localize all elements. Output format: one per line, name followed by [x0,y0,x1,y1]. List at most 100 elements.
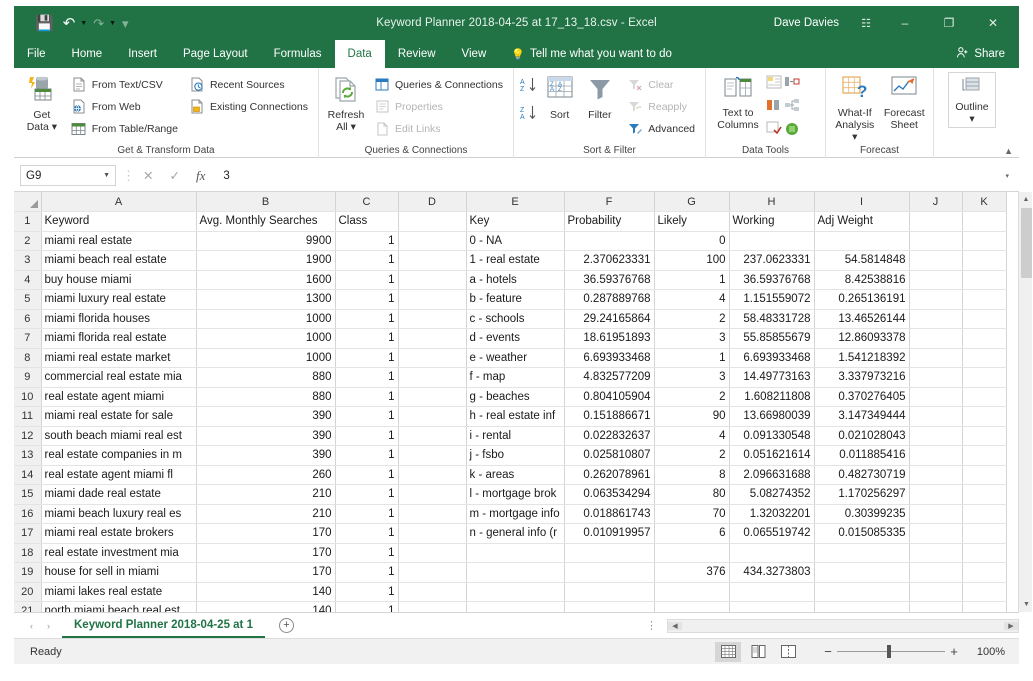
confirm-edit-icon[interactable]: ✓ [169,168,179,183]
cell-h10[interactable]: 1.608211808 [729,387,815,407]
cell-e10[interactable]: g - beaches [466,387,565,407]
cell-c16[interactable]: 1 [335,504,399,524]
cell-g21[interactable] [654,601,730,612]
sort-ascending-icon[interactable]: AZ [520,76,537,98]
cell-i2[interactable] [814,231,910,251]
cell-k19[interactable] [962,562,1007,583]
cell-k12[interactable] [962,426,1007,446]
cell-g15[interactable]: 80 [654,484,730,505]
column-header-g[interactable]: G [654,192,730,212]
cell-k17[interactable] [962,523,1007,544]
cell-j19[interactable] [909,562,963,583]
row-header-3[interactable]: 3 [14,250,42,271]
cell-c18[interactable]: 1 [335,543,399,563]
cell-h12[interactable]: 0.091330548 [729,426,815,446]
get-data-button[interactable]: Get Data ▾ [20,72,64,133]
vertical-scrollbar[interactable]: ▲ ▼ [1018,192,1033,612]
outline-button[interactable]: Outline ▾ [948,72,996,128]
customize-quick-access-icon[interactable]: ▾ [119,15,132,32]
cell-e19[interactable] [466,562,565,583]
column-header-c[interactable]: C [335,192,399,212]
cell-b15[interactable]: 210 [196,484,336,505]
cell-b1[interactable]: Avg. Monthly Searches [196,211,336,232]
spreadsheet-grid[interactable]: A B C D E F G H I J K 1 Keyword Avg. Mon… [14,192,1019,612]
cell-e6[interactable]: c - schools [466,309,565,329]
cell-d14[interactable] [398,465,467,485]
cell-e9[interactable]: f - map [466,367,565,388]
cell-a6[interactable]: miami florida houses [41,309,197,329]
zoom-out-button[interactable]: − [819,644,837,659]
cell-f12[interactable]: 0.022832637 [564,426,655,446]
cell-d11[interactable] [398,406,467,427]
undo-dropdown-icon[interactable]: ▼ [80,20,87,27]
cell-d15[interactable] [398,484,467,505]
cell-k21[interactable] [962,601,1007,612]
cell-h9[interactable]: 14.49773163 [729,367,815,388]
tab-home[interactable]: Home [59,40,116,68]
queries-and-connections-button[interactable]: Queries & Connections [370,74,507,95]
zoom-level-label[interactable]: 100% [963,646,1005,658]
cell-g17[interactable]: 6 [654,523,730,544]
insert-function-icon[interactable]: fx [196,168,205,184]
cell-i13[interactable]: 0.011885416 [814,445,910,466]
scroll-up-icon[interactable]: ▲ [1019,192,1033,207]
cell-i4[interactable]: 8.42538816 [814,270,910,290]
cell-c21[interactable]: 1 [335,601,399,612]
add-sheet-button[interactable]: + [278,618,294,633]
row-header-11[interactable]: 11 [14,406,42,427]
cell-b14[interactable]: 260 [196,465,336,485]
row-header-14[interactable]: 14 [14,465,42,485]
cell-c4[interactable]: 1 [335,270,399,290]
cell-c6[interactable]: 1 [335,309,399,329]
cell-g9[interactable]: 3 [654,367,730,388]
cell-h20[interactable] [729,582,815,602]
cell-f21[interactable] [564,601,655,612]
cell-b11[interactable]: 390 [196,406,336,427]
cell-j14[interactable] [909,465,963,485]
cell-f11[interactable]: 0.151886671 [564,406,655,427]
redo-dropdown-icon[interactable]: ▼ [109,20,116,27]
cell-g12[interactable]: 4 [654,426,730,446]
cell-g6[interactable]: 2 [654,309,730,329]
tab-formulas[interactable]: Formulas [261,40,335,68]
cell-a1[interactable]: Keyword [41,211,197,232]
cell-i6[interactable]: 13.46526144 [814,309,910,329]
tab-insert[interactable]: Insert [115,40,170,68]
cell-k13[interactable] [962,445,1007,466]
sort-descending-icon[interactable]: ZA [520,104,537,126]
advanced-filter-button[interactable]: Advanced [623,118,699,139]
column-header-d[interactable]: D [398,192,467,212]
column-header-a[interactable]: A [41,192,197,212]
cell-i18[interactable] [814,543,910,563]
cell-d9[interactable] [398,367,467,388]
cell-k16[interactable] [962,504,1007,524]
cell-a9[interactable]: commercial real estate mia [41,367,197,388]
cell-k10[interactable] [962,387,1007,407]
cell-e3[interactable]: 1 - real estate [466,250,565,271]
cell-b3[interactable]: 1900 [196,250,336,271]
cell-h2[interactable] [729,231,815,251]
cell-b17[interactable]: 170 [196,523,336,544]
cell-j15[interactable] [909,484,963,505]
cell-h3[interactable]: 237.0623331 [729,250,815,271]
cell-g3[interactable]: 100 [654,250,730,271]
cell-h18[interactable] [729,543,815,563]
tab-data[interactable]: Data [334,40,385,68]
cell-f15[interactable]: 0.063534294 [564,484,655,505]
cell-j12[interactable] [909,426,963,446]
cell-e13[interactable]: j - fsbo [466,445,565,466]
cell-g16[interactable]: 70 [654,504,730,524]
cell-e5[interactable]: b - feature [466,289,565,310]
cell-d5[interactable] [398,289,467,310]
cell-f7[interactable]: 18.61951893 [564,328,655,349]
forecast-sheet-button[interactable]: Forecast Sheet [882,72,928,131]
cell-b4[interactable]: 1600 [196,270,336,290]
cell-g10[interactable]: 2 [654,387,730,407]
cell-a20[interactable]: miami lakes real estate [41,582,197,602]
cell-k11[interactable] [962,406,1007,427]
cell-a2[interactable]: miami real estate [41,231,197,251]
cell-g19[interactable]: 376 [654,562,730,583]
zoom-slider-thumb[interactable] [887,645,891,658]
what-if-analysis-button[interactable]: ? What-If Analysis ▾ [832,72,878,143]
cell-c7[interactable]: 1 [335,328,399,349]
